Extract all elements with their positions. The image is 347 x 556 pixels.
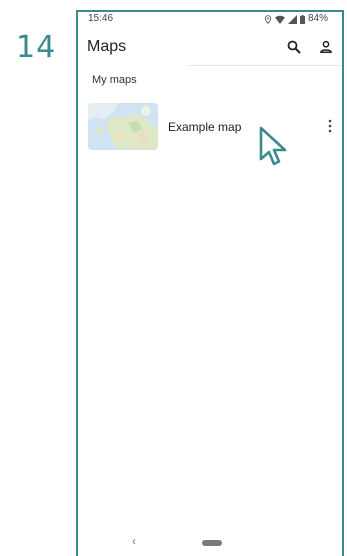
map-name: Example map: [168, 120, 242, 134]
search-icon[interactable]: [286, 39, 302, 55]
account-icon[interactable]: [318, 39, 334, 55]
signal-icon: [287, 14, 297, 24]
battery-percent: 84%: [307, 13, 328, 24]
system-nav-bar: ‹: [78, 532, 342, 556]
battery-icon: [299, 14, 305, 24]
map-thumbnail: [88, 103, 158, 150]
app-bar: Maps: [78, 32, 342, 66]
page-title: Maps: [87, 38, 127, 55]
map-list-item[interactable]: Example map: [78, 98, 342, 154]
nav-back-button[interactable]: ‹: [132, 534, 136, 548]
step-number: 14: [16, 30, 57, 65]
pointer-cursor-icon: [259, 126, 287, 166]
status-bar: 15:46 84%: [78, 12, 342, 26]
section-label: My maps: [92, 74, 137, 86]
wifi-icon: [274, 15, 285, 24]
nav-home-pill[interactable]: [202, 540, 222, 546]
status-time: 15:46: [88, 13, 114, 24]
more-vert-icon[interactable]: [322, 117, 338, 135]
location-icon: [264, 14, 272, 24]
phone-screen: 15:46 84% Maps My maps Example map ‹: [76, 10, 344, 556]
status-icons: 84%: [264, 12, 328, 26]
app-bar-divider: [188, 65, 342, 66]
